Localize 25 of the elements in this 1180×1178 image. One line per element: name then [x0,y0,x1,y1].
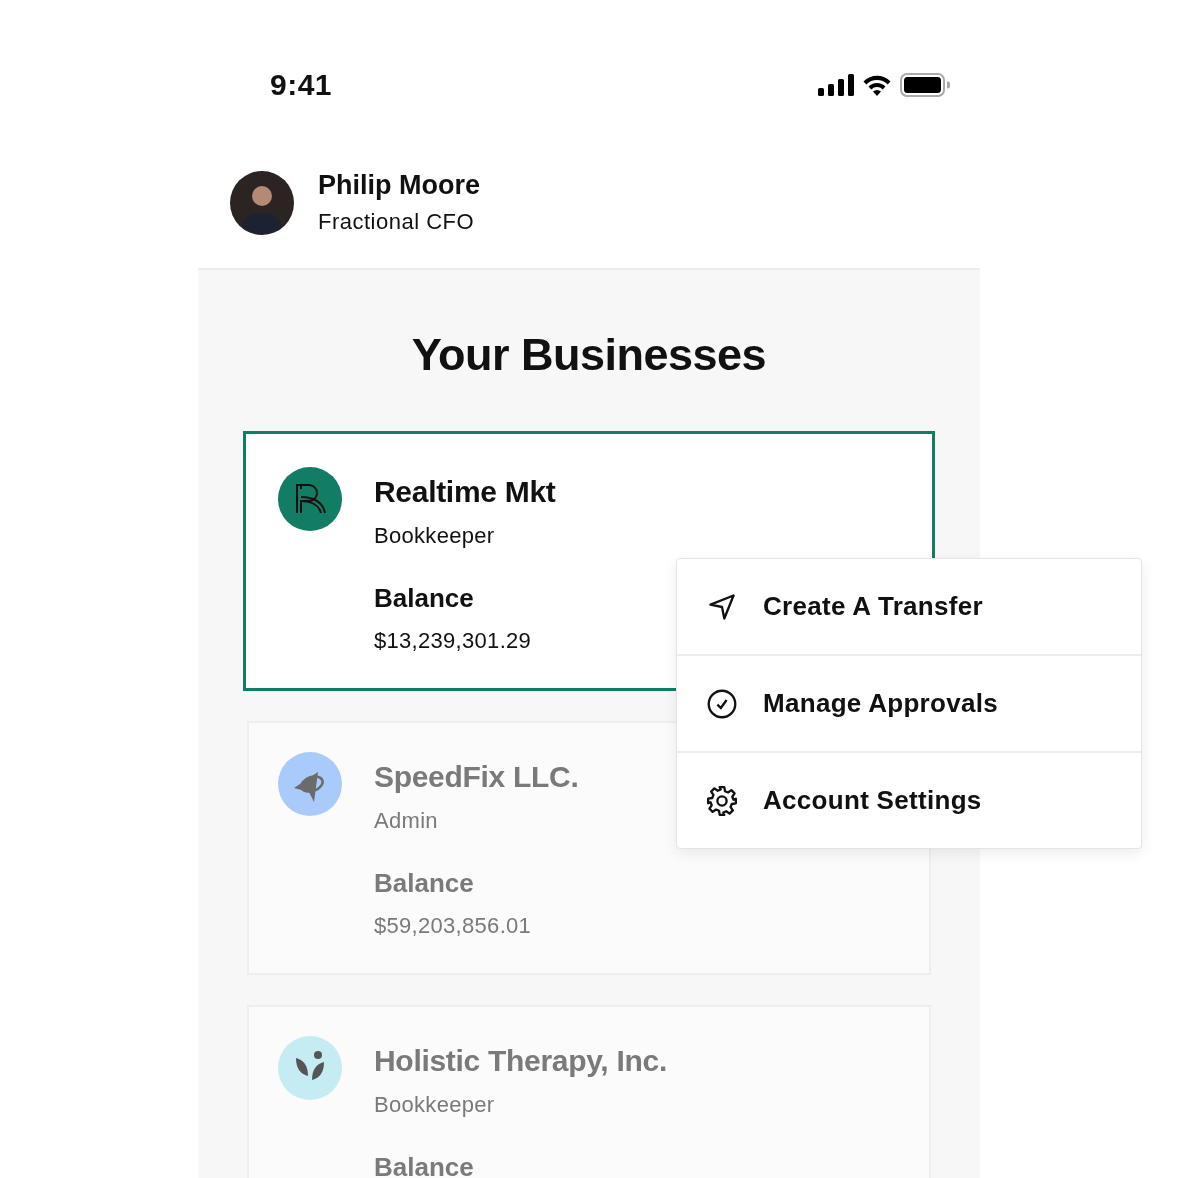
send-icon [707,591,737,622]
user-role: Fractional CFO [318,209,476,235]
business-name: Holistic Therapy, Inc. [374,1044,667,1078]
check-circle-icon [707,688,737,719]
balance-label: Balance [374,583,475,614]
balance-amount: $59,203,856.01 [374,913,533,939]
balance-amount: $13,239,301.29 [374,628,533,654]
menu-item[interactable]: Manage Approvals [677,654,1141,751]
business-role: Bookkeeper [374,1092,496,1118]
business-name: SpeedFix LLC. [374,760,579,794]
balance-label: Balance [374,868,475,899]
avatar [230,170,294,235]
business-card[interactable]: Holistic Therapy, Inc. Bookkeeper Balance [247,1005,931,1178]
business-name: Realtime Mkt [374,475,556,509]
wifi-icon [862,74,892,96]
status-time: 9:41 [270,68,333,102]
balance-label: Balance [374,1152,475,1178]
battery-icon [900,73,950,97]
menu-item[interactable]: Account Settings [677,751,1141,848]
user-name: Philip Moore [318,170,480,201]
settings-icon [707,785,737,816]
signal-icon [818,74,854,96]
business-role: Admin [374,808,439,834]
page-title: Your Businesses [410,328,768,382]
business-role: Bookkeeper [374,523,496,549]
